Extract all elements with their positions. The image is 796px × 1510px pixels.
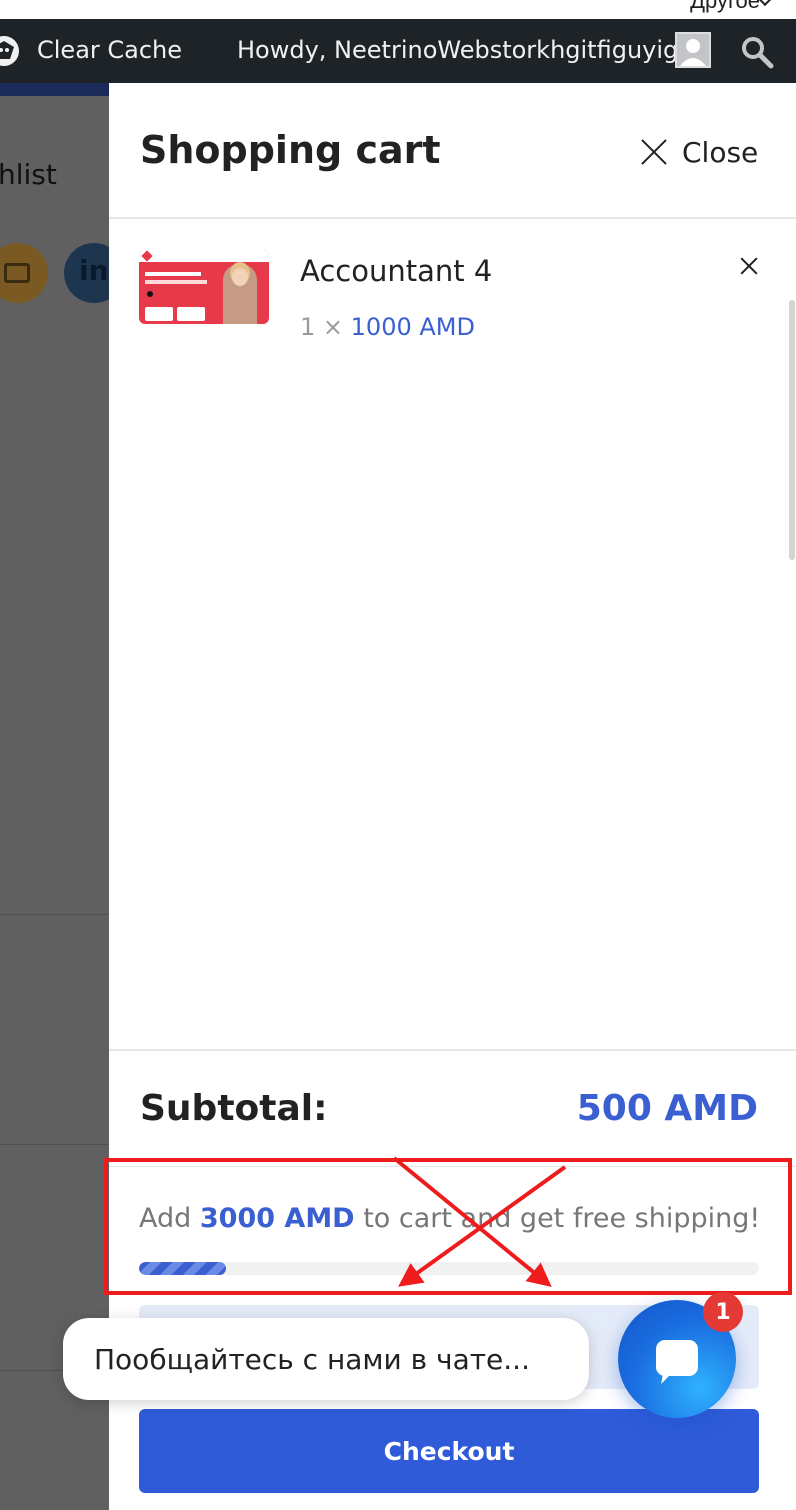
divider (109, 217, 796, 219)
account-greeting[interactable]: Howdy, NeetrinoWebstorkhgitfiguyig (237, 36, 678, 64)
language-switcher[interactable]: Другое (0, 0, 796, 19)
page-overlay[interactable]: hlist in (0, 83, 109, 1510)
clear-cache-button[interactable]: Clear Cache (37, 36, 182, 64)
scrollbar[interactable] (789, 300, 795, 560)
product-quantity: 1 × (300, 313, 344, 341)
divider (109, 1049, 796, 1051)
wishlist-link: hlist (0, 158, 57, 191)
remove-item-button[interactable] (740, 257, 758, 275)
subtotal-label: Subtotal: (140, 1088, 328, 1129)
product-quantity-price: 1 × 1000 AMD (300, 313, 475, 341)
avatar[interactable] (675, 32, 711, 68)
product-thumbnail[interactable] (139, 250, 269, 324)
chat-prompt-bubble[interactable]: Пообщайтесь с нами в чате... (63, 1318, 589, 1400)
linkedin-share-icon: in (64, 243, 109, 303)
close-cart-button[interactable]: Close (640, 130, 758, 174)
language-label[interactable]: Другое (690, 0, 760, 14)
checkout-button[interactable]: Checkout (139, 1409, 759, 1493)
annotation-box (104, 1158, 792, 1295)
product-name[interactable]: Accountant 4 (300, 254, 492, 288)
user-silhouette-icon (677, 34, 709, 66)
admin-bar: Clear Cache Howdy, NeetrinoWebstorkhgitf… (0, 19, 796, 83)
product-price: 1000 AMD (350, 313, 475, 341)
cart-title: Shopping cart (140, 128, 441, 172)
divider (0, 914, 109, 915)
close-icon (640, 138, 668, 166)
email-share-icon (0, 243, 48, 303)
header-strip (0, 83, 109, 96)
divider (0, 1144, 109, 1145)
subtotal-value: 500 AMD (576, 1088, 758, 1129)
chevron-down-icon (757, 0, 773, 7)
chat-unread-badge: 1 (703, 1292, 743, 1332)
chat-icon (656, 1340, 698, 1376)
logo-icon[interactable] (0, 33, 22, 69)
close-label: Close (682, 135, 759, 169)
search-icon[interactable] (740, 35, 774, 69)
